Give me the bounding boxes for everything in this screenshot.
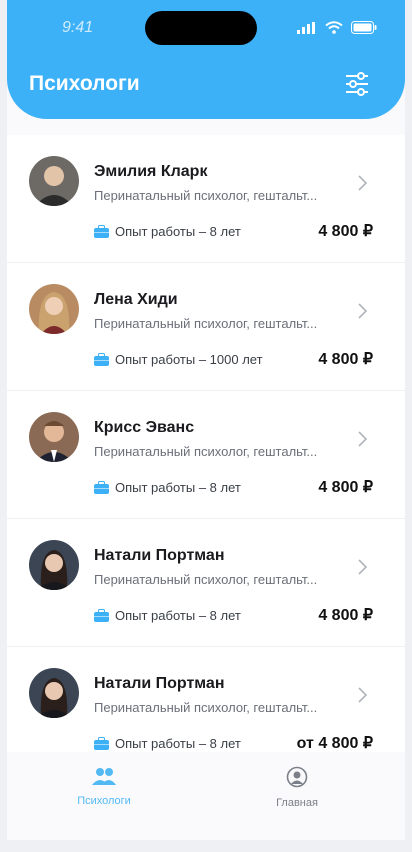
- status-time: 9:41: [62, 19, 94, 36]
- avatar: [29, 540, 79, 590]
- psychologist-list: Эмилия Кларк Перинатальный психолог, геш…: [7, 135, 405, 775]
- experience: Опыт работы – 8 лет: [94, 224, 241, 239]
- experience-text: Опыт работы – 8 лет: [115, 480, 241, 495]
- chevron-right-icon[interactable]: [357, 558, 369, 576]
- tab-home[interactable]: Главная: [237, 766, 357, 809]
- psychologist-card[interactable]: Эмилия Кларк Перинатальный психолог, геш…: [7, 135, 405, 263]
- tab-label: Главная: [276, 797, 318, 809]
- briefcase-icon: [94, 225, 109, 238]
- avatar: [29, 284, 79, 334]
- header: 9:41 Психологи: [7, 0, 405, 119]
- psychologist-spec: Перинатальный психолог, гештальт...: [94, 316, 318, 331]
- page-title: Психологи: [29, 72, 140, 95]
- briefcase-icon: [94, 481, 109, 494]
- price: от 4 800 ₽: [296, 735, 373, 752]
- experience: Опыт работы – 8 лет: [94, 736, 241, 751]
- tab-psychologists[interactable]: Психологи: [44, 766, 164, 807]
- avatar: [29, 156, 79, 206]
- psychologist-name: Натали Портман: [94, 547, 225, 564]
- dynamic-island: [145, 11, 257, 45]
- tab-bar: Психологи Главная: [7, 752, 405, 822]
- filter-icon[interactable]: [344, 72, 370, 96]
- avatar: [29, 412, 79, 462]
- experience-text: Опыт работы – 8 лет: [115, 608, 241, 623]
- battery-icon: [351, 21, 377, 34]
- chevron-right-icon[interactable]: [357, 686, 369, 704]
- users-icon: [92, 768, 116, 785]
- chevron-right-icon[interactable]: [357, 174, 369, 192]
- psychologist-card[interactable]: Натали Портман Перинатальный психолог, г…: [7, 519, 405, 647]
- chevron-right-icon[interactable]: [357, 430, 369, 448]
- psychologist-spec: Перинатальный психолог, гештальт...: [94, 572, 318, 587]
- psychologist-name: Натали Портман: [94, 675, 225, 692]
- briefcase-icon: [94, 609, 109, 622]
- avatar: [29, 668, 79, 718]
- psychologist-spec: Перинатальный психолог, гештальт...: [94, 188, 318, 203]
- tab-label: Психологи: [77, 795, 131, 807]
- price: 4 800 ₽: [318, 607, 373, 624]
- experience: Опыт работы – 1000 лет: [94, 352, 263, 367]
- psychologist-name: Лена Хиди: [94, 291, 178, 308]
- psychologist-card[interactable]: Крисс Эванс Перинатальный психолог, гешт…: [7, 391, 405, 519]
- signal-icon: [297, 21, 315, 34]
- psychologist-name: Эмилия Кларк: [94, 163, 208, 180]
- price: 4 800 ₽: [318, 351, 373, 368]
- briefcase-icon: [94, 737, 109, 750]
- app-screen: 9:41 Психологи Эмилия Кларк Перинатальны…: [7, 0, 405, 840]
- chevron-right-icon[interactable]: [357, 302, 369, 320]
- wifi-icon: [325, 21, 343, 34]
- user-circle-icon: [286, 766, 308, 788]
- psychologist-name: Крисс Эванс: [94, 419, 195, 436]
- briefcase-icon: [94, 353, 109, 366]
- experience-text: Опыт работы – 1000 лет: [115, 352, 263, 367]
- experience: Опыт работы – 8 лет: [94, 608, 241, 623]
- price: 4 800 ₽: [318, 479, 373, 496]
- status-icons: [297, 21, 377, 34]
- experience-text: Опыт работы – 8 лет: [115, 736, 241, 751]
- psychologist-spec: Перинатальный психолог, гештальт...: [94, 444, 318, 459]
- price: 4 800 ₽: [318, 223, 373, 240]
- experience-text: Опыт работы – 8 лет: [115, 224, 241, 239]
- psychologist-card[interactable]: Лена Хиди Перинатальный психолог, гештал…: [7, 263, 405, 391]
- experience: Опыт работы – 8 лет: [94, 480, 241, 495]
- psychologist-spec: Перинатальный психолог, гештальт...: [94, 700, 318, 715]
